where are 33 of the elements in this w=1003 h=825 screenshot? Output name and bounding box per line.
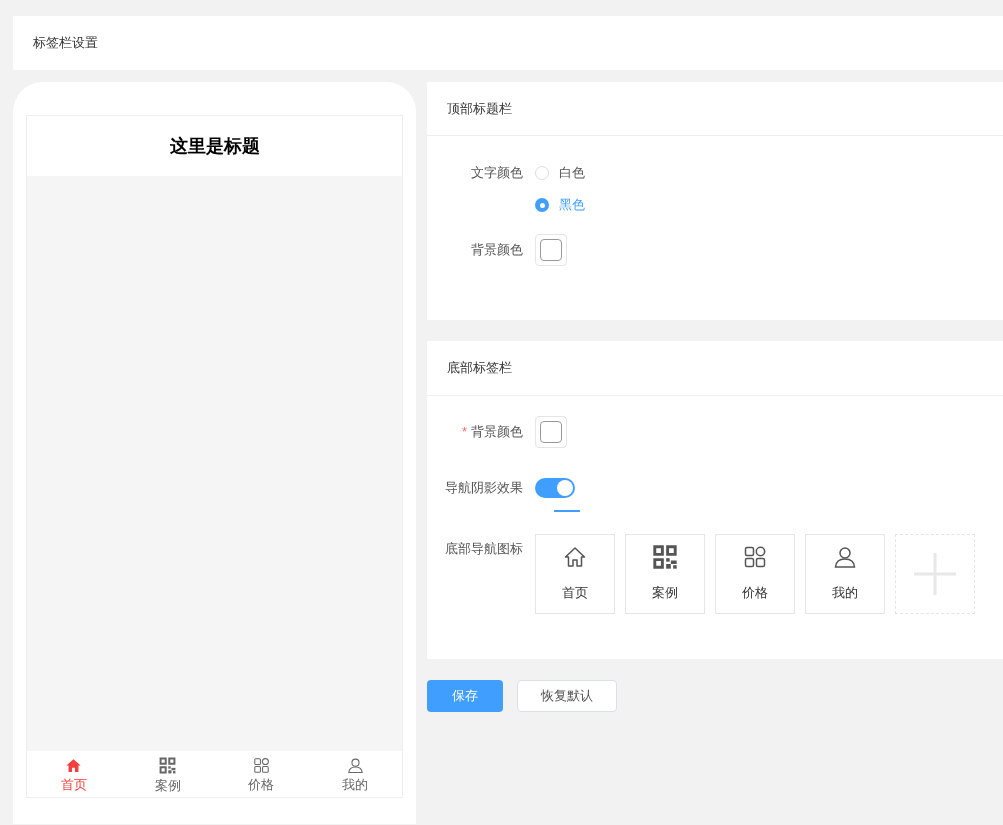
field-label: 背景颜色 xyxy=(470,241,524,260)
field-label: 文字颜色 xyxy=(470,164,524,182)
reset-button[interactable]: 恢复默认 xyxy=(517,680,617,712)
tab-item[interactable]: 案例 xyxy=(120,751,215,797)
qr-code-icon xyxy=(158,755,178,775)
tab-item[interactable]: 我的 xyxy=(308,751,402,797)
section-title: 顶部标题栏 xyxy=(447,99,512,118)
tab-item[interactable]: 价格 xyxy=(214,751,309,797)
toggle-switch[interactable] xyxy=(535,478,575,498)
radio-option[interactable]: 白色 xyxy=(535,162,585,184)
nav-icon-tile[interactable]: 价格 xyxy=(715,534,795,614)
field-label: 导航阴影效果 xyxy=(444,479,524,498)
section-title: 底部标签栏 xyxy=(447,359,512,378)
field-label: 底部导航图标 xyxy=(444,540,524,558)
page-title: 标签栏设置 xyxy=(33,34,98,53)
nav-icon-tile[interactable]: 首页 xyxy=(535,534,615,614)
home-icon xyxy=(65,756,83,774)
field-label: 背景颜色 xyxy=(471,423,523,442)
required-mark: * xyxy=(461,423,467,442)
grid-icon xyxy=(743,545,767,569)
tab-item[interactable]: 首页 xyxy=(27,751,121,797)
nav-icon-tile[interactable]: 案例 xyxy=(625,534,705,614)
add-tile[interactable] xyxy=(895,534,975,614)
home-icon xyxy=(563,545,587,569)
nav-icon-tile[interactable]: 我的 xyxy=(805,534,885,614)
user-icon xyxy=(346,756,364,774)
qr-code-icon xyxy=(651,543,679,571)
color-picker[interactable] xyxy=(535,234,567,266)
radio-button[interactable] xyxy=(535,198,549,212)
preview-title: 这里是标题 xyxy=(169,134,260,158)
grid-icon xyxy=(252,756,270,774)
color-picker[interactable] xyxy=(535,416,567,448)
user-icon xyxy=(833,545,857,569)
